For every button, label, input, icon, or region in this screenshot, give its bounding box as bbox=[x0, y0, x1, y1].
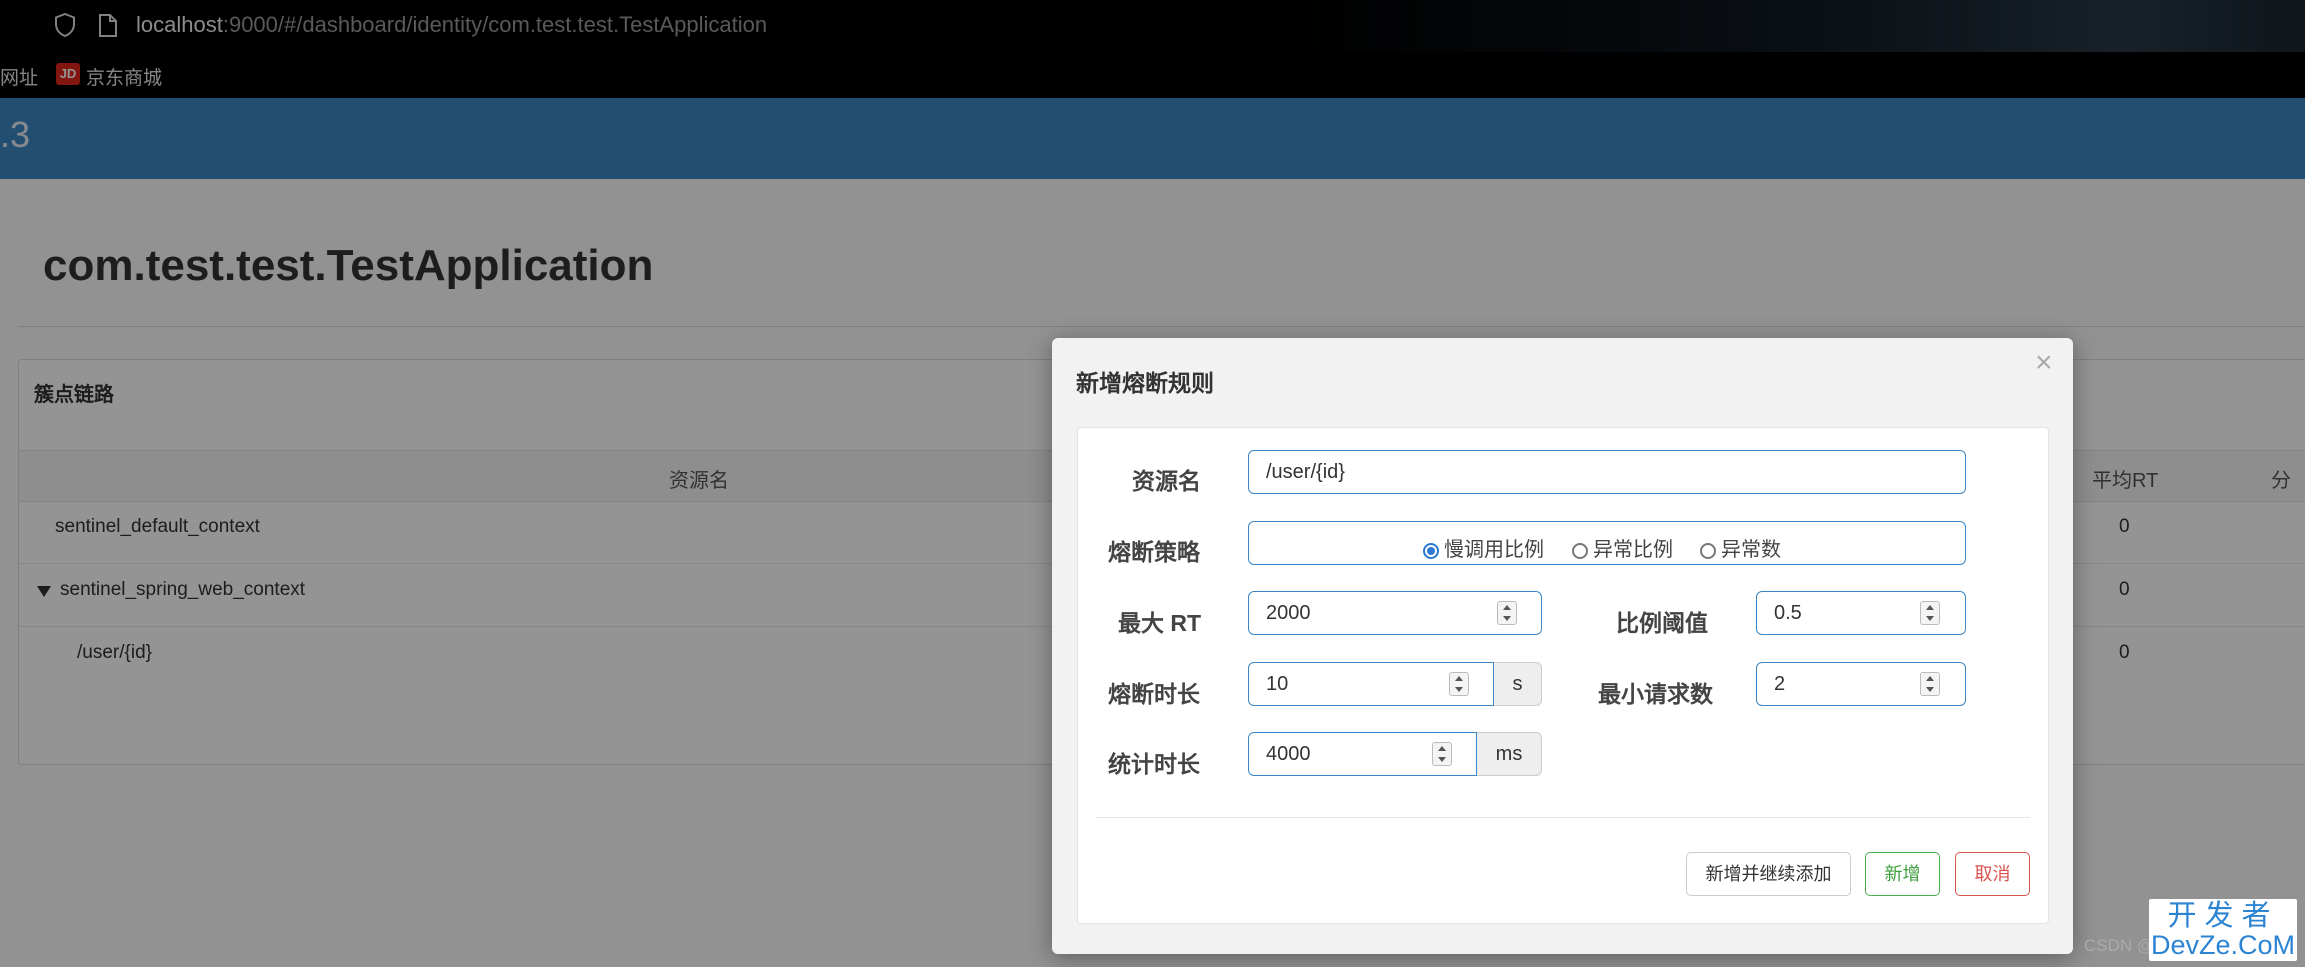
radio-unchecked-icon bbox=[1572, 543, 1588, 559]
radio-unchecked-icon bbox=[1700, 543, 1716, 559]
close-icon[interactable]: × bbox=[2035, 346, 2053, 380]
max-rt-value: 2000 bbox=[1266, 602, 1311, 624]
max-rt-label: 最大 RT bbox=[1118, 610, 1202, 636]
stat-interval-value: 4000 bbox=[1266, 743, 1311, 765]
strategy-error-ratio-radio[interactable]: 异常比例 bbox=[1572, 533, 1673, 562]
spinner-icon[interactable] bbox=[1920, 672, 1940, 696]
csdn-watermark: CSDN @ bbox=[2084, 936, 2155, 955]
footer-divider bbox=[1096, 817, 2030, 818]
spinner-icon[interactable] bbox=[1432, 742, 1452, 766]
strategy-error-count-radio[interactable]: 异常数 bbox=[1700, 533, 1781, 562]
radio-label: 异常数 bbox=[1721, 539, 1781, 561]
ratio-threshold-input[interactable]: 0.5 bbox=[1756, 591, 1966, 635]
stat-interval-input[interactable]: 4000 bbox=[1248, 732, 1477, 776]
degrade-duration-label: 熔断时长 bbox=[1108, 681, 1200, 707]
add-degrade-rule-dialog: 新增熔断规则 × 资源名 /user/{id} 熔断策略 慢调用比例 异常比例 … bbox=[1052, 338, 2073, 954]
strategy-slow-ratio-radio[interactable]: 慢调用比例 bbox=[1423, 533, 1544, 562]
stat-interval-label: 统计时长 bbox=[1108, 751, 1200, 777]
spinner-icon[interactable] bbox=[1497, 601, 1517, 625]
watermark-line1: 开发者 bbox=[2167, 900, 2279, 932]
degrade-duration-value: 10 bbox=[1266, 673, 1289, 695]
min-request-value: 2 bbox=[1774, 673, 1786, 695]
resource-label: 资源名 bbox=[1132, 468, 1201, 494]
resource-input[interactable]: /user/{id} bbox=[1248, 450, 1966, 494]
degrade-duration-input[interactable]: 10 bbox=[1248, 662, 1494, 706]
add-button[interactable]: 新增 bbox=[1865, 852, 1940, 896]
spinner-icon[interactable] bbox=[1920, 601, 1940, 625]
devze-watermark: 开发者 DevZe.CoM bbox=[2149, 899, 2297, 961]
max-rt-input[interactable]: 2000 bbox=[1248, 591, 1542, 635]
radio-checked-icon bbox=[1423, 543, 1439, 559]
cancel-button[interactable]: 取消 bbox=[1955, 852, 2030, 896]
ratio-threshold-value: 0.5 bbox=[1774, 602, 1802, 624]
watermark-line2: DevZe.CoM bbox=[2150, 930, 2296, 960]
dialog-form: 资源名 /user/{id} 熔断策略 慢调用比例 异常比例 异常数 最大 RT… bbox=[1077, 427, 2049, 924]
strategy-radio-group: 慢调用比例 异常比例 异常数 bbox=[1248, 521, 1966, 565]
ratio-threshold-label: 比例阈值 bbox=[1616, 610, 1708, 636]
add-and-continue-button[interactable]: 新增并继续添加 bbox=[1686, 852, 1851, 896]
resource-value: /user/{id} bbox=[1266, 461, 1345, 483]
strategy-label: 熔断策略 bbox=[1108, 539, 1200, 565]
stat-unit-addon: ms bbox=[1477, 732, 1542, 776]
min-request-input[interactable]: 2 bbox=[1756, 662, 1966, 706]
min-request-label: 最小请求数 bbox=[1598, 681, 1713, 707]
radio-label: 慢调用比例 bbox=[1444, 539, 1544, 561]
spinner-icon[interactable] bbox=[1449, 672, 1469, 696]
dialog-title: 新增熔断规则 bbox=[1076, 370, 1214, 396]
duration-unit-addon: s bbox=[1494, 662, 1542, 706]
radio-label: 异常比例 bbox=[1593, 539, 1673, 561]
